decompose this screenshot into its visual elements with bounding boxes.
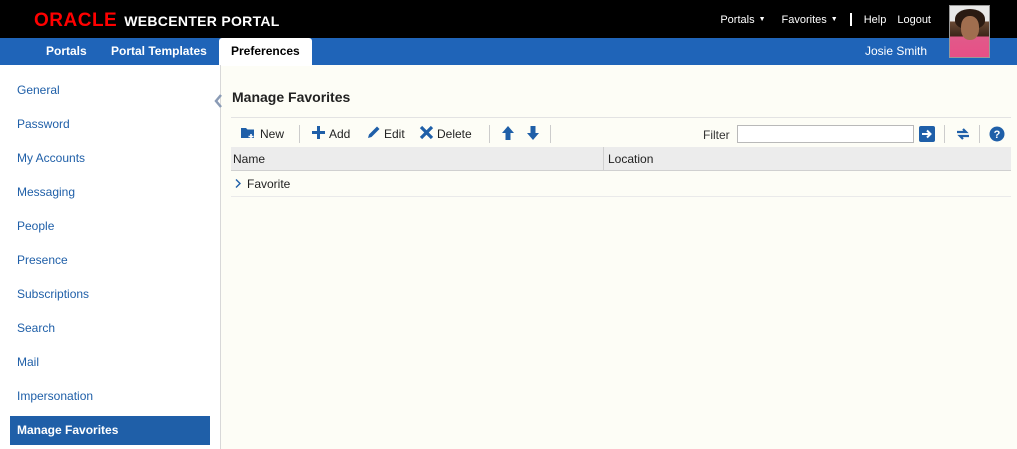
chevron-down-icon: ▼ bbox=[758, 16, 766, 23]
sidebar-item-people[interactable]: People bbox=[10, 212, 210, 241]
global-links: Portals ▼ Favorites ▼ Help Logout bbox=[720, 13, 931, 26]
new-folder-icon bbox=[240, 125, 260, 143]
sidebar-item-messaging[interactable]: Messaging bbox=[10, 178, 210, 207]
help-icon: ? bbox=[989, 126, 1005, 145]
oracle-webcenter-logo[interactable]: ORACLE WEBCENTER PORTAL bbox=[34, 10, 280, 31]
help-button[interactable]: ? bbox=[989, 126, 1005, 142]
sidebar-item-password[interactable]: Password bbox=[10, 110, 210, 139]
sidebar-item-impersonation[interactable]: Impersonation bbox=[10, 382, 210, 411]
refresh-button[interactable] bbox=[955, 126, 971, 142]
svg-text:?: ? bbox=[994, 129, 1001, 141]
move-down-icon bbox=[526, 125, 543, 144]
delete-button[interactable]: Delete bbox=[419, 125, 472, 143]
add-icon bbox=[311, 125, 329, 143]
toolbar-divider bbox=[489, 125, 490, 143]
favorites-menu-label: Favorites bbox=[781, 13, 827, 26]
toolbar-divider bbox=[299, 125, 300, 143]
move-down-button[interactable] bbox=[526, 125, 543, 143]
refresh-icon bbox=[955, 128, 971, 145]
toolbar-divider bbox=[550, 125, 551, 143]
avatar-face bbox=[961, 16, 979, 40]
table-header: Name Location bbox=[231, 147, 1011, 171]
user-avatar[interactable] bbox=[949, 5, 990, 58]
sidebar-item-search[interactable]: Search bbox=[10, 314, 210, 343]
sidebar-item-general[interactable]: General bbox=[10, 76, 210, 105]
sidebar-item-presence[interactable]: Presence bbox=[10, 246, 210, 275]
divider bbox=[849, 13, 852, 26]
main-content: Manage Favorites New Add Edit Delete Fil… bbox=[222, 65, 1017, 449]
sidebar-item-manage-favorites[interactable]: Manage Favorites bbox=[10, 416, 210, 445]
sidebar-item-subscriptions[interactable]: Subscriptions bbox=[10, 280, 210, 309]
filter-go-button[interactable] bbox=[919, 126, 935, 142]
logout-link[interactable]: Logout bbox=[897, 14, 931, 26]
move-up-button[interactable] bbox=[501, 125, 518, 143]
toolbar-divider bbox=[944, 125, 945, 143]
move-up-icon bbox=[501, 125, 518, 144]
go-arrow-icon bbox=[919, 126, 935, 145]
favorites-table: Name Location Favorite bbox=[231, 147, 1011, 197]
username[interactable]: Josie Smith bbox=[865, 38, 927, 65]
add-button[interactable]: Add bbox=[311, 125, 350, 143]
add-button-label: Add bbox=[329, 127, 351, 141]
sidebar-item-my-accounts[interactable]: My Accounts bbox=[10, 144, 210, 173]
logo-oracle-text: ORACLE bbox=[34, 10, 118, 31]
sidebar-item-mail[interactable]: Mail bbox=[10, 348, 210, 377]
expand-chevron-icon[interactable] bbox=[234, 178, 242, 189]
tab-portal-templates[interactable]: Portal Templates bbox=[111, 38, 207, 65]
top-header: ORACLE WEBCENTER PORTAL Portals ▼ Favorit… bbox=[0, 0, 1017, 38]
title-divider bbox=[231, 117, 1011, 118]
edit-button-label: Edit bbox=[384, 127, 405, 141]
tab-preferences[interactable]: Preferences bbox=[219, 38, 312, 66]
page-title: Manage Favorites bbox=[232, 89, 351, 105]
column-header-location[interactable]: Location bbox=[605, 147, 1011, 171]
logo-product-text: WEBCENTER PORTAL bbox=[124, 13, 280, 29]
chevron-down-icon: ▼ bbox=[830, 16, 838, 23]
favorites-menu[interactable]: Favorites ▼ bbox=[782, 14, 838, 26]
table-row[interactable]: Favorite bbox=[231, 171, 1011, 197]
toolbar-divider bbox=[979, 125, 980, 143]
edit-button[interactable]: Edit bbox=[366, 125, 405, 143]
delete-button-label: Delete bbox=[437, 127, 472, 141]
column-header-name[interactable]: Name bbox=[231, 147, 604, 171]
app-window: ORACLE WEBCENTER PORTAL Portals ▼ Favorit… bbox=[0, 0, 1017, 449]
delete-x-icon bbox=[419, 125, 437, 143]
main-nav: Portals Portal Templates Preferences Jos… bbox=[0, 38, 1017, 66]
portals-menu[interactable]: Portals ▼ bbox=[720, 14, 765, 26]
filter-input[interactable] bbox=[737, 125, 914, 143]
favorites-toolbar: New Add Edit Delete Filter ? bbox=[231, 121, 1011, 147]
tab-portals[interactable]: Portals bbox=[46, 38, 87, 65]
filter-label: Filter bbox=[703, 128, 730, 142]
new-button[interactable]: New bbox=[240, 125, 284, 143]
edit-pencil-icon bbox=[366, 125, 384, 143]
portals-menu-label: Portals bbox=[720, 13, 755, 26]
preferences-sidebar: General Password My Accounts Messaging P… bbox=[0, 65, 221, 449]
new-button-label: New bbox=[260, 127, 285, 141]
help-link[interactable]: Help bbox=[864, 14, 887, 26]
row-name-cell: Favorite bbox=[247, 177, 291, 191]
